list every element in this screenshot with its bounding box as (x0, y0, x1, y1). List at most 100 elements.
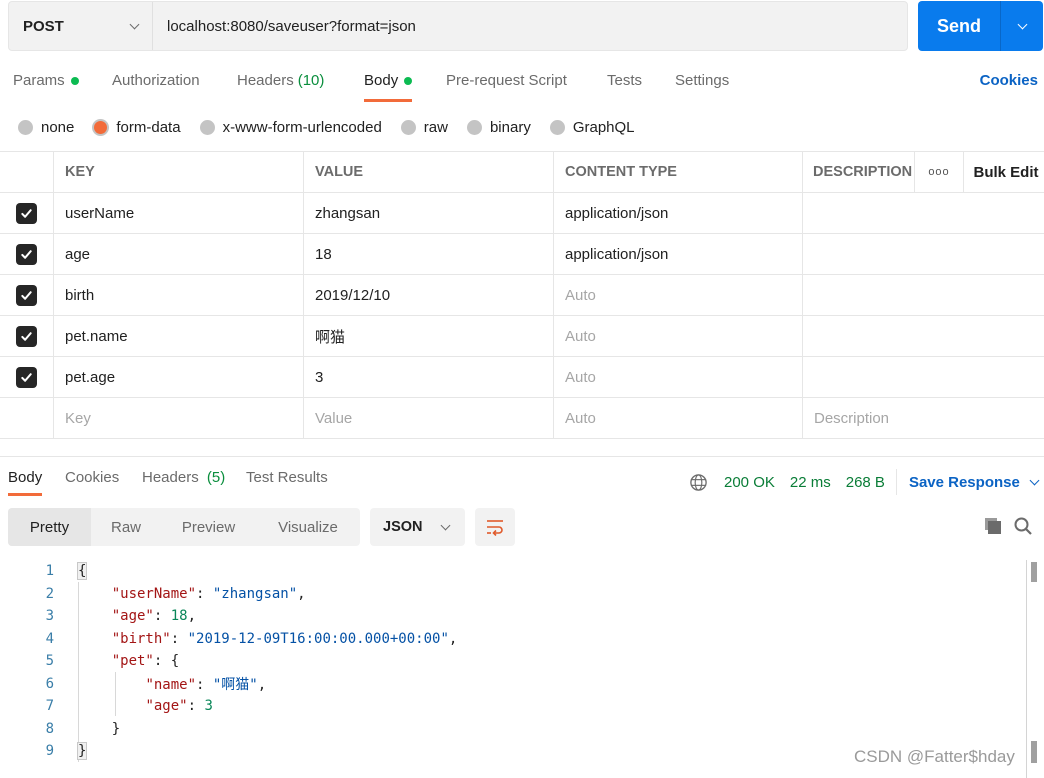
json-key: "name" (145, 676, 197, 693)
key-cell[interactable]: pet.age (54, 357, 304, 397)
view-preview[interactable]: Preview (161, 508, 256, 546)
header-key: KEY (54, 152, 304, 192)
line-number: 7 (45, 698, 54, 715)
key-cell[interactable]: birth (54, 275, 304, 315)
content-type-cell[interactable]: Auto (554, 275, 803, 315)
key-cell[interactable]: userName (54, 193, 304, 233)
row-checkbox[interactable] (16, 243, 37, 265)
response-tab-cookies[interactable]: Cookies (65, 469, 119, 486)
radio-none[interactable]: none (18, 119, 74, 136)
radio-form-data[interactable]: form-data (93, 119, 181, 136)
checkbox-cell-empty (0, 398, 54, 438)
checkmark-icon (21, 208, 32, 218)
json-key: "userName" (111, 585, 197, 602)
tab-tests[interactable]: Tests (607, 72, 642, 89)
line-number: 3 (45, 608, 54, 625)
scrollbar-thumb[interactable] (1031, 562, 1037, 582)
response-body-code[interactable]: 1 { 2 "userName": "zhangsan", 3 "age": 1… (0, 560, 1027, 778)
value-cell[interactable]: 啊猫 (304, 316, 554, 356)
response-tab-headers[interactable]: Headers (5) (142, 469, 225, 486)
description-input[interactable]: Description (803, 398, 1044, 438)
checkbox-cell (0, 316, 54, 356)
body-type-radio-group: none form-data x-www-form-urlencoded raw… (18, 116, 654, 138)
key-input[interactable]: Key (54, 398, 304, 438)
active-indicator-dot (404, 76, 413, 85)
tab-headers[interactable]: Headers (10) (237, 72, 324, 89)
response-tab-test-results[interactable]: Test Results (246, 469, 328, 486)
row-checkbox[interactable] (16, 284, 37, 306)
value-cell[interactable]: 2019/12/10 (304, 275, 554, 315)
description-cell[interactable] (803, 234, 1044, 274)
view-pretty[interactable]: Pretty (8, 508, 91, 546)
json-key: "age" (145, 698, 188, 715)
line-number: 9 (45, 743, 54, 760)
row-checkbox[interactable] (16, 325, 37, 347)
radio-label: x-www-form-urlencoded (222, 118, 382, 136)
send-button-group: Send (918, 1, 1043, 51)
status-code[interactable]: 200 OK (724, 474, 775, 491)
content-type-cell[interactable]: application/json (554, 234, 803, 274)
value-cell[interactable]: 18 (304, 234, 554, 274)
scrollbar-thumb[interactable] (1031, 741, 1037, 763)
radio-binary[interactable]: binary (466, 119, 531, 136)
description-cell[interactable] (803, 316, 1044, 356)
value-cell[interactable]: zhangsan (304, 193, 554, 233)
radio-circle (199, 119, 215, 135)
response-tab-body[interactable]: Body (8, 469, 43, 496)
view-raw[interactable]: Raw (91, 508, 161, 546)
tab-settings[interactable]: Settings (675, 72, 729, 89)
key-cell[interactable]: pet.name (54, 316, 304, 356)
table-row: userName zhangsan application/json (0, 193, 1044, 234)
tab-label: Settings (675, 72, 730, 89)
json-key: "age" (111, 608, 154, 625)
tab-params[interactable]: Params (13, 72, 79, 89)
cookies-link[interactable]: Cookies (980, 72, 1038, 89)
code-line: "name": "啊猫", (145, 676, 267, 693)
radio-x-www-form-urlencoded[interactable]: x-www-form-urlencoded (199, 118, 382, 136)
send-button[interactable]: Send (918, 1, 1001, 51)
view-visualize[interactable]: Visualize (256, 508, 360, 546)
radio-label: GraphQL (572, 118, 635, 136)
request-url-bar: POST localhost:8080/saveuser?format=json (8, 1, 908, 51)
save-response-button[interactable]: Save Response (909, 474, 1040, 491)
radio-graphql[interactable]: GraphQL (549, 118, 635, 136)
content-type-input[interactable]: Auto (554, 398, 803, 438)
description-cell[interactable] (803, 357, 1044, 397)
response-time[interactable]: 22 ms (790, 474, 831, 491)
row-checkbox[interactable] (16, 366, 37, 388)
response-size[interactable]: 268 B (846, 474, 885, 491)
bulk-edit-button[interactable]: Bulk Edit (964, 152, 1044, 192)
code-line: { (76, 562, 88, 581)
divider (895, 469, 897, 495)
more-options-icon[interactable]: ooo (915, 152, 964, 192)
row-checkbox[interactable] (16, 202, 37, 224)
url-input[interactable]: localhost:8080/saveuser?format=json (153, 18, 907, 35)
divider (0, 456, 1044, 457)
copy-icon[interactable] (983, 516, 1003, 536)
chevron-down-icon (1017, 19, 1027, 29)
description-cell[interactable] (803, 275, 1044, 315)
radio-circle (549, 119, 565, 135)
chevron-down-icon (129, 19, 140, 29)
content-type-cell[interactable]: application/json (554, 193, 803, 233)
method-select[interactable]: POST (9, 2, 153, 50)
content-type-cell[interactable]: Auto (554, 357, 803, 397)
tab-body[interactable]: Body (364, 72, 413, 102)
value-input[interactable]: Value (304, 398, 554, 438)
send-options-button[interactable] (1001, 1, 1043, 51)
line-number: 1 (45, 563, 54, 580)
code-line: "age": 18, (111, 608, 197, 625)
request-tabs: Params Authorization Headers (10) Body P… (0, 66, 1044, 102)
wrap-lines-button[interactable] (475, 508, 515, 546)
tab-pre-request-script[interactable]: Pre-request Script (446, 72, 567, 89)
tab-authorization[interactable]: Authorization (112, 72, 200, 89)
globe-icon[interactable] (689, 473, 708, 492)
key-cell[interactable]: age (54, 234, 304, 274)
value-cell[interactable]: 3 (304, 357, 554, 397)
content-type-cell[interactable]: Auto (554, 316, 803, 356)
search-icon[interactable] (1013, 516, 1033, 536)
format-select[interactable]: JSON (370, 508, 465, 546)
radio-raw[interactable]: raw (400, 119, 448, 136)
tab-label: Tests (607, 72, 643, 89)
description-cell[interactable] (803, 193, 1044, 233)
